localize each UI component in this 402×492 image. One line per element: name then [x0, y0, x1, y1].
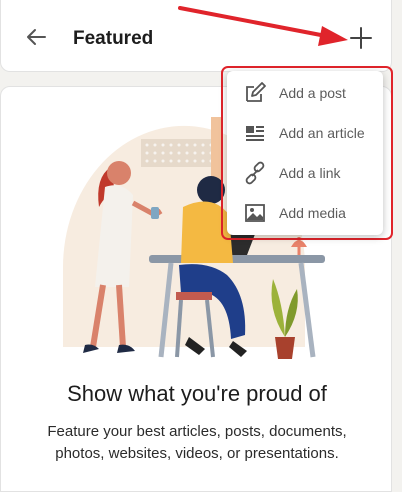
- edit-icon: [246, 82, 266, 102]
- menu-item-add-link[interactable]: Add a link: [227, 153, 383, 193]
- menu-item-add-media[interactable]: Add media: [227, 193, 383, 233]
- menu-item-label: Add a post: [279, 85, 346, 101]
- article-icon: [246, 126, 264, 141]
- menu-item-add-article[interactable]: Add an article: [227, 113, 383, 153]
- empty-state-title: Show what you're proud of: [67, 381, 327, 406]
- image-icon: [245, 204, 265, 222]
- link-icon: [245, 161, 265, 185]
- add-featured-menu: Add a post Add an article Add a link Add…: [227, 71, 383, 235]
- menu-item-label: Add an article: [279, 125, 365, 141]
- menu-item-label: Add a link: [279, 165, 341, 181]
- menu-item-add-post[interactable]: Add a post: [227, 73, 383, 113]
- menu-item-label: Add media: [279, 205, 346, 221]
- empty-state-description: Feature your best articles, posts, docum…: [47, 423, 347, 462]
